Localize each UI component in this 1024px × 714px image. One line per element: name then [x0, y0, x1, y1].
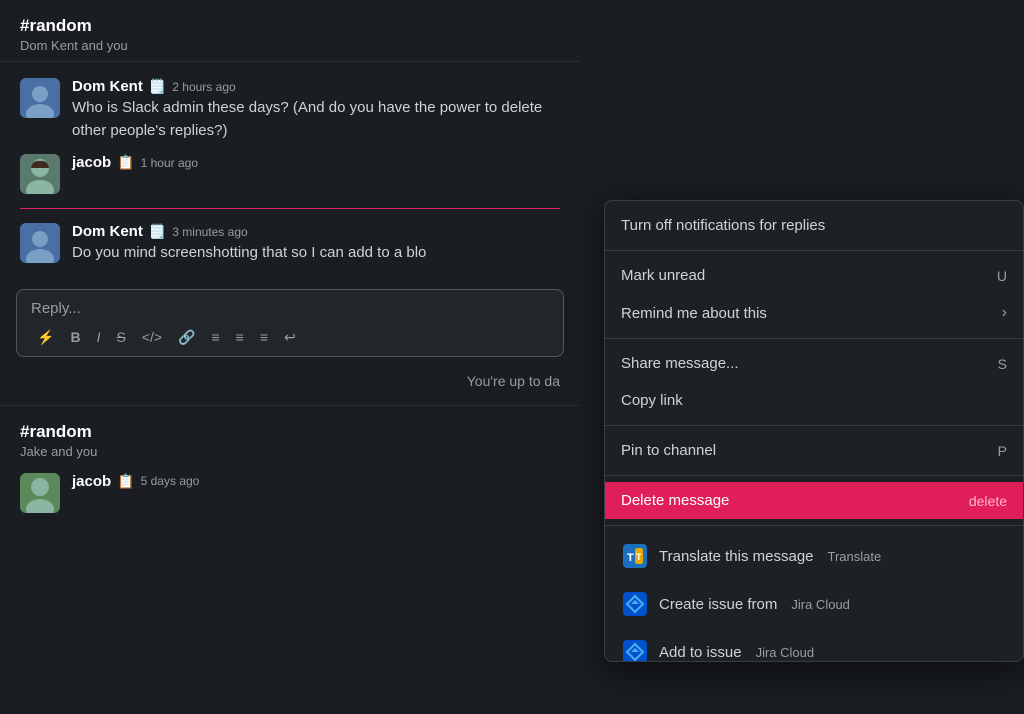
- menu-item-label-remind: Remind me about this: [621, 305, 767, 322]
- menu-item-sublabel-translate: Translate: [828, 549, 882, 564]
- channel-header-2: #random Jake and you: [0, 405, 580, 467]
- username-2: jacob: [72, 154, 111, 171]
- message-content-3: Dom Kent 🗒️ 3 minutes ago Do you mind sc…: [72, 223, 560, 265]
- shortcut-pin: P: [998, 443, 1007, 459]
- menu-item-label-translate: Translate this message: [659, 548, 814, 565]
- timestamp-3: 3 minutes ago: [172, 225, 247, 239]
- arrow-remind: ›: [1002, 304, 1007, 322]
- menu-item-label-delete: Delete message: [621, 492, 729, 509]
- message-content-4: jacob 📋 5 days ago: [72, 473, 560, 513]
- channel-header-1: #random Dom Kent and you: [0, 0, 580, 62]
- reply-toolbar: ⚡ B I S </> 🔗 ≡ ≡ ≡ ↩: [31, 325, 549, 350]
- menu-item-label-add-issue: Add to issue: [659, 644, 742, 661]
- message-header-4: jacob 📋 5 days ago: [72, 473, 560, 490]
- menu-item-create-issue[interactable]: Create issue from Jira Cloud: [605, 580, 1023, 628]
- toolbar-quote[interactable]: ↩: [278, 325, 302, 350]
- timestamp-1: 2 hours ago: [172, 80, 235, 94]
- message-4: jacob 📋 5 days ago: [0, 467, 580, 519]
- toolbar-lightning[interactable]: ⚡: [31, 325, 60, 350]
- menu-item-label-share: Share message...: [621, 355, 739, 372]
- shortcut-mark-unread: U: [997, 268, 1007, 284]
- menu-item-delete[interactable]: Delete message delete: [605, 482, 1023, 519]
- translate-icon: T T: [621, 542, 649, 570]
- unread-line: [20, 208, 560, 209]
- toolbar-italic[interactable]: I: [91, 325, 107, 349]
- timestamp-2: 1 hour ago: [141, 156, 198, 170]
- username-3: Dom Kent: [72, 223, 143, 240]
- up-to-date-banner: You're up to da: [0, 365, 580, 397]
- shortcut-share: S: [998, 356, 1007, 372]
- message-3: Dom Kent 🗒️ 3 minutes ago Do you mind sc…: [0, 217, 580, 271]
- message-header-3: Dom Kent 🗒️ 3 minutes ago: [72, 223, 560, 240]
- menu-section-5: Delete message delete: [605, 476, 1023, 526]
- menu-item-turn-off-notifications[interactable]: Turn off notifications for replies: [605, 207, 1023, 244]
- menu-item-label-copy-link: Copy link: [621, 392, 683, 409]
- chat-panel: #random Dom Kent and you: [0, 0, 580, 714]
- toolbar-unordered-list[interactable]: ≡: [230, 325, 250, 349]
- username-4: jacob: [72, 473, 111, 490]
- badge-1: 🗒️: [149, 78, 166, 95]
- menu-section-1: Turn off notifications for replies: [605, 201, 1023, 251]
- timestamp-4: 5 days ago: [141, 474, 200, 488]
- svg-text:T: T: [636, 552, 642, 562]
- channel-subtitle-1: Dom Kent and you: [20, 38, 560, 53]
- toolbar-link[interactable]: 🔗: [172, 325, 201, 350]
- menu-item-remind[interactable]: Remind me about this ›: [605, 294, 1023, 332]
- toolbar-indent[interactable]: ≡: [254, 325, 274, 349]
- avatar-dom-kent-2: [20, 223, 60, 263]
- message-header-2: jacob 📋 1 hour ago: [72, 154, 560, 171]
- menu-item-sublabel-add-issue: Jira Cloud: [756, 645, 815, 660]
- svg-text:T: T: [627, 552, 634, 564]
- menu-section-2: Mark unread U Remind me about this ›: [605, 251, 1023, 339]
- toolbar-ordered-list[interactable]: ≡: [205, 325, 225, 349]
- message-1: Dom Kent 🗒️ 2 hours ago Who is Slack adm…: [0, 72, 580, 148]
- menu-item-translate[interactable]: T T Translate this message Translate: [605, 532, 1023, 580]
- context-menu-scroll: Turn off notifications for replies Mark …: [605, 201, 1023, 661]
- menu-section-4: Pin to channel P: [605, 426, 1023, 476]
- menu-item-sublabel-create-issue: Jira Cloud: [791, 597, 850, 612]
- badge-2: 📋: [117, 154, 134, 171]
- channel-name-1: #random: [20, 16, 560, 36]
- shortcut-delete: delete: [969, 493, 1007, 509]
- message-2: jacob 📋 1 hour ago: [0, 148, 580, 200]
- message-content-2: jacob 📋 1 hour ago: [72, 154, 560, 194]
- reply-placeholder[interactable]: Reply...: [31, 300, 549, 317]
- badge-4: 📋: [117, 473, 134, 490]
- jira-add-icon: [621, 638, 649, 661]
- badge-3: 🗒️: [149, 223, 166, 240]
- menu-item-label-create-issue: Create issue from: [659, 596, 777, 613]
- menu-section-3: Share message... S Copy link: [605, 339, 1023, 426]
- channel-subtitle-2: Jake and you: [20, 444, 560, 459]
- avatar-jacob-2: [20, 473, 60, 513]
- menu-section-6: T T Translate this message Translate: [605, 526, 1023, 661]
- messages-container: Dom Kent 🗒️ 2 hours ago Who is Slack adm…: [0, 62, 580, 281]
- message-header-1: Dom Kent 🗒️ 2 hours ago: [72, 78, 560, 95]
- username-1: Dom Kent: [72, 78, 143, 95]
- toolbar-bold[interactable]: B: [64, 325, 86, 349]
- menu-item-label-pin: Pin to channel: [621, 442, 716, 459]
- toolbar-code[interactable]: </>: [136, 325, 168, 349]
- message-text-1: Who is Slack admin these days? (And do y…: [72, 97, 560, 142]
- menu-item-label-mark-unread: Mark unread: [621, 267, 705, 284]
- reply-area[interactable]: Reply... ⚡ B I S </> 🔗 ≡ ≡ ≡ ↩: [16, 289, 564, 357]
- message-text-3: Do you mind screenshotting that so I can…: [72, 242, 552, 265]
- message-content-1: Dom Kent 🗒️ 2 hours ago Who is Slack adm…: [72, 78, 560, 142]
- avatar-dom-kent-1: [20, 78, 60, 118]
- menu-item-pin[interactable]: Pin to channel P: [605, 432, 1023, 469]
- menu-item-label-notifications: Turn off notifications for replies: [621, 217, 825, 234]
- menu-item-add-issue[interactable]: Add to issue Jira Cloud: [605, 628, 1023, 661]
- unread-divider: [0, 204, 580, 213]
- menu-item-mark-unread[interactable]: Mark unread U: [605, 257, 1023, 294]
- avatar-jacob-1: [20, 154, 60, 194]
- context-menu: Turn off notifications for replies Mark …: [604, 200, 1024, 662]
- jira-create-icon: [621, 590, 649, 618]
- toolbar-strikethrough[interactable]: S: [110, 325, 131, 349]
- menu-item-copy-link[interactable]: Copy link: [605, 382, 1023, 419]
- channel-name-2: #random: [20, 422, 560, 442]
- menu-item-share[interactable]: Share message... S: [605, 345, 1023, 382]
